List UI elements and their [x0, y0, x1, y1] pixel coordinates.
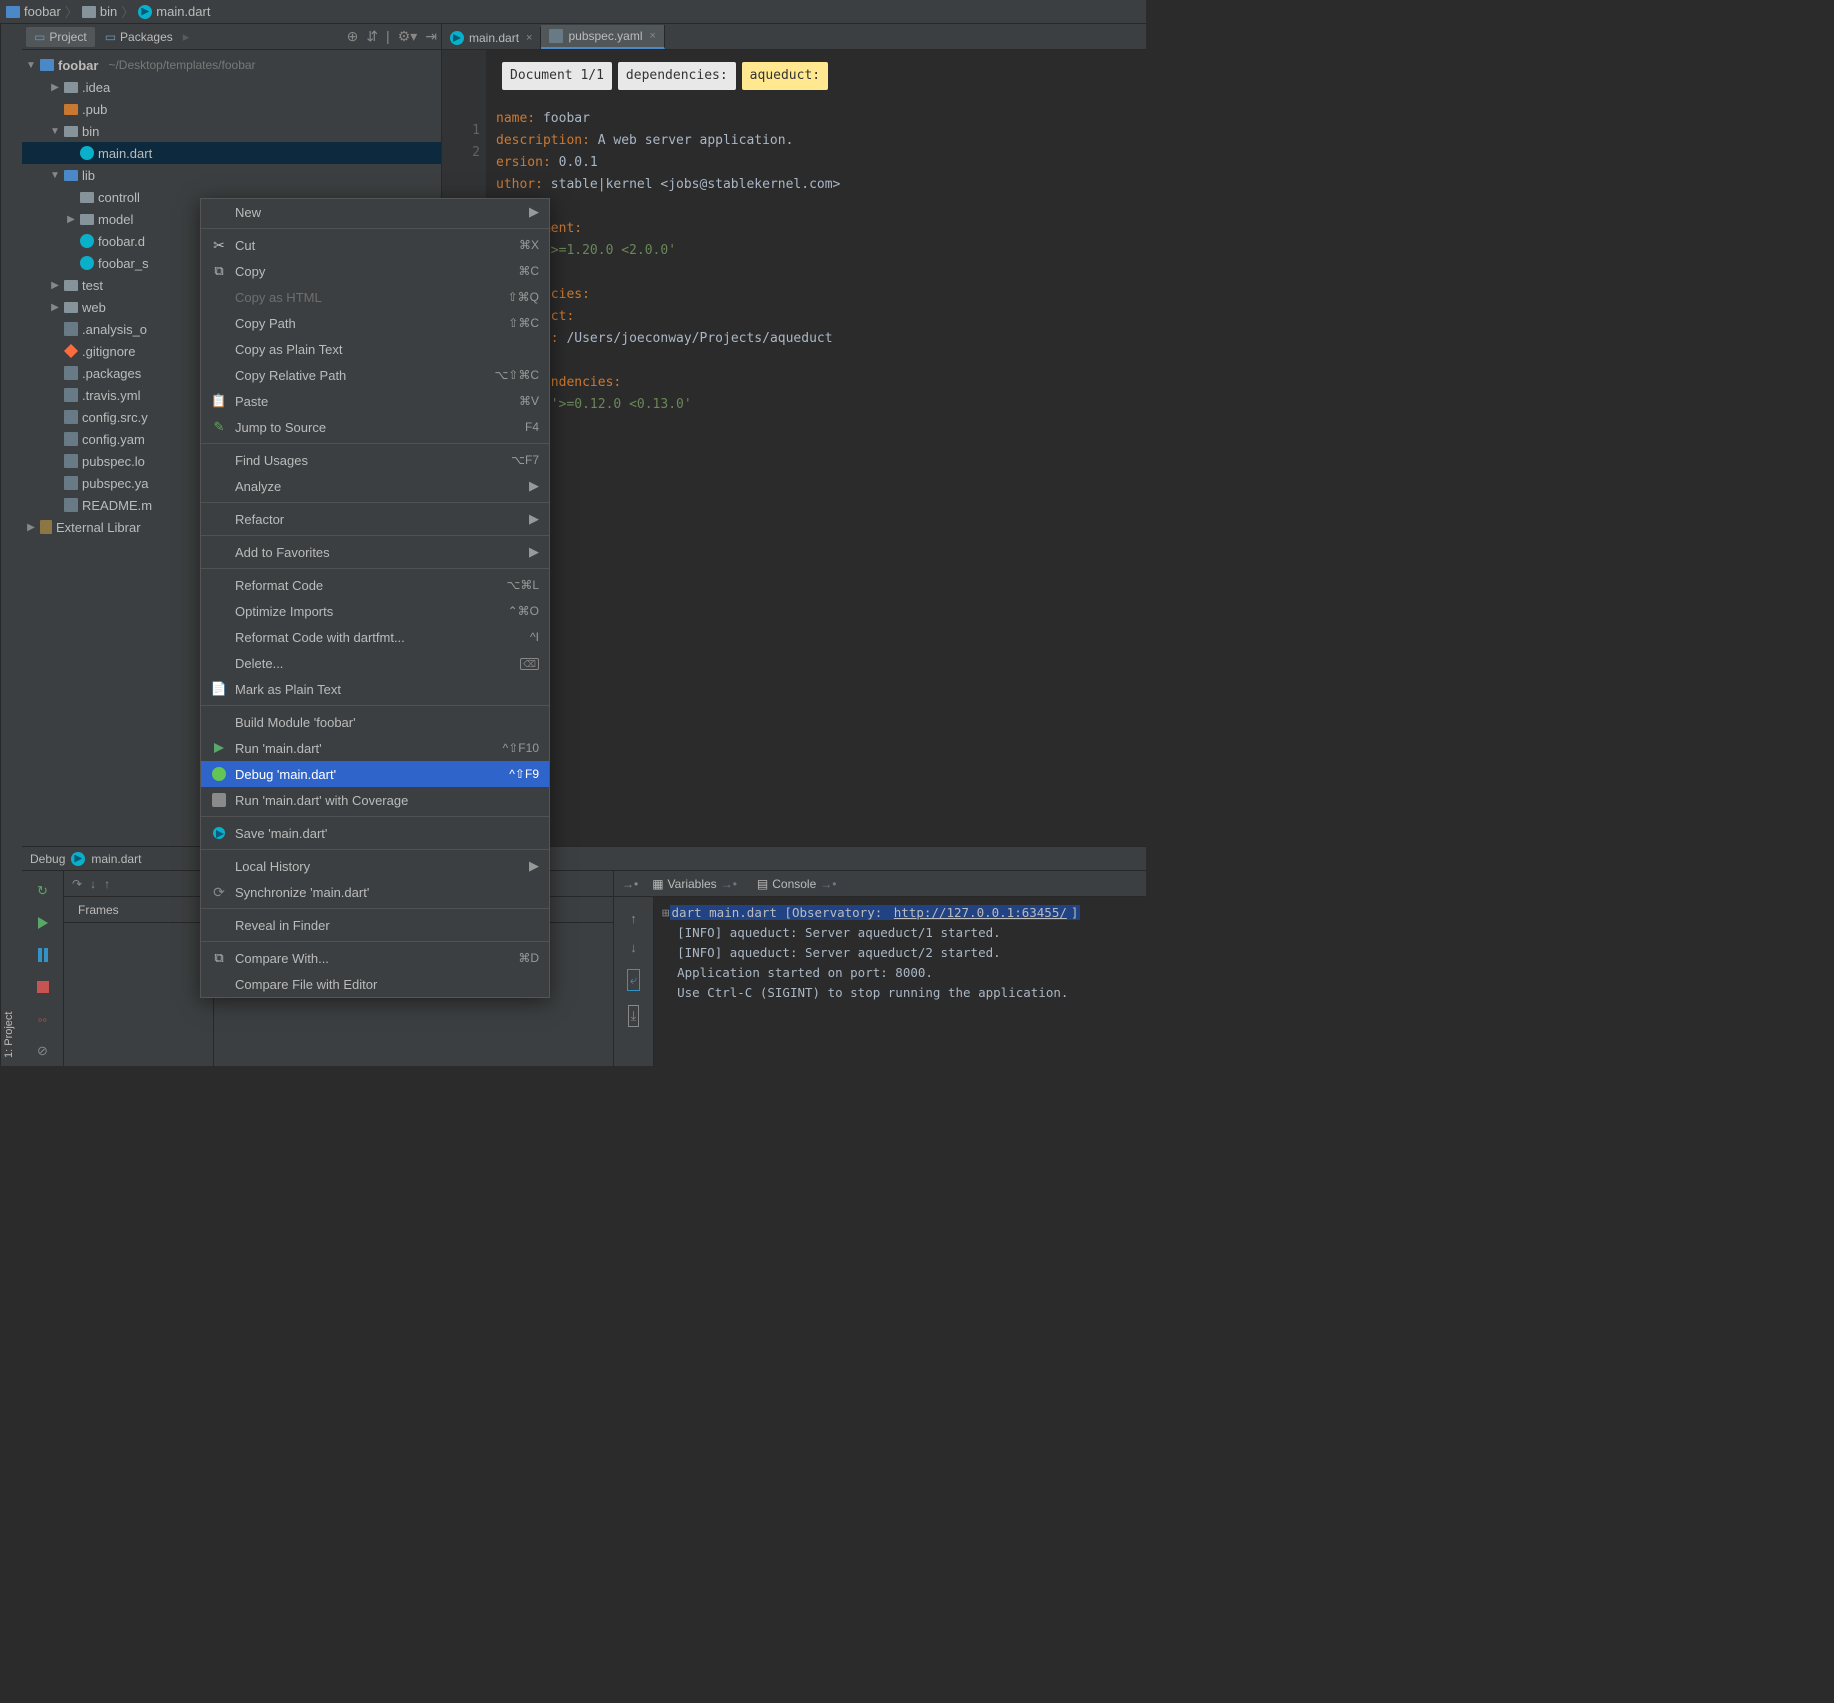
ctx-copy-plain[interactable]: Copy as Plain Text — [201, 336, 549, 362]
step-out-icon[interactable]: ↑ — [104, 877, 110, 891]
tree-item-selected[interactable]: main.dart — [22, 142, 441, 164]
debug-header: Debug main.dart — [22, 847, 1146, 871]
ctx-coverage[interactable]: Run 'main.dart' with Coverage — [201, 787, 549, 813]
console-side-btns: ↑ ↓ ⤶ ⤓ — [614, 897, 654, 1066]
tree-item[interactable]: ▼bin — [22, 120, 441, 142]
crumb-sep: 〉 — [121, 2, 134, 21]
ctx-run[interactable]: Run 'main.dart'^⇧F10 — [201, 735, 549, 761]
target-icon[interactable]: ⊕ — [347, 28, 359, 45]
step-over-icon[interactable]: ↷ — [72, 877, 82, 891]
doc-chip[interactable]: Document 1/1 — [502, 62, 612, 90]
project-panel-tabs: ▭Project ▭Packages ▸ ⊕ ⇵ | ⚙▾ ⇥ — [22, 24, 441, 50]
hide-icon[interactable]: ⇥ — [425, 28, 437, 45]
context-menu: New▶ ✂Cut⌘X ⧉Copy⌘C Copy as HTML⇧⌘Q Copy… — [200, 198, 550, 998]
down-icon[interactable]: ↓ — [630, 940, 637, 955]
ctx-find[interactable]: Find Usages⌥F7 — [201, 447, 549, 473]
ctx-analyze[interactable]: Analyze▶ — [201, 473, 549, 499]
pause-button[interactable] — [33, 945, 53, 965]
editor-tab-main[interactable]: main.dart× — [442, 27, 541, 49]
ctx-optimize[interactable]: Optimize Imports⌃⌘O — [201, 598, 549, 624]
ctx-local-history[interactable]: Local History▶ — [201, 853, 549, 879]
ctx-copy-rel[interactable]: Copy Relative Path⌥⇧⌘C — [201, 362, 549, 388]
stop-button[interactable] — [33, 977, 53, 997]
tree-root[interactable]: ▼foobar~/Desktop/templates/foobar — [22, 54, 441, 76]
ctx-compare-editor[interactable]: Compare File with Editor — [201, 971, 549, 997]
panel-tools: ⊕ ⇵ | ⚙▾ ⇥ — [347, 28, 437, 45]
ctx-dartfmt[interactable]: Reformat Code with dartfmt...^I — [201, 624, 549, 650]
ctx-compare[interactable]: ⧉Compare With...⌘D — [201, 945, 549, 971]
ctx-delete[interactable]: Delete...⌫ — [201, 650, 549, 676]
ctx-paste[interactable]: 📋Paste⌘V — [201, 388, 549, 414]
ctx-plain[interactable]: 📄Mark as Plain Text — [201, 676, 549, 702]
debug-panel: Debug main.dart ↻ ◦◦ ⊘ ↷ ↓ ↑ Frames — [22, 846, 1146, 1066]
up-icon[interactable]: ↑ — [630, 911, 637, 926]
ctx-new[interactable]: New▶ — [201, 199, 549, 225]
ctx-reveal[interactable]: Reveal in Finder — [201, 912, 549, 938]
yaml-icon — [549, 29, 563, 43]
crumb-sep: 〉 — [65, 2, 78, 21]
breadcrumb: foobar 〉 bin 〉 main.dart — [0, 0, 1146, 24]
dart-icon — [71, 852, 85, 866]
resume-button[interactable] — [33, 913, 53, 933]
tab-frames[interactable]: Frames — [72, 901, 125, 919]
tree-item[interactable]: ▼lib — [22, 164, 441, 186]
mute-button[interactable]: ⊘ — [33, 1041, 53, 1061]
step-into-icon[interactable]: ↓ — [90, 877, 96, 891]
tool-window-tab-project[interactable]: 1: Project — [0, 24, 22, 1066]
console-pane: →• ▦Variables→• ▤Console→• ↑ ↓ ⤶ ⤓ ⊞dart… — [614, 871, 1146, 1066]
ctx-save[interactable]: Save 'main.dart' — [201, 820, 549, 846]
tab-console[interactable]: ▤Console→• — [751, 875, 843, 893]
gear-icon[interactable]: ⚙▾ — [398, 28, 418, 45]
editor-tab-pubspec[interactable]: pubspec.yaml× — [541, 25, 664, 49]
dart-icon — [138, 5, 152, 19]
wrap-icon[interactable]: ⤶ — [627, 969, 640, 991]
crumb-bin[interactable]: bin — [82, 4, 117, 19]
tab-variables[interactable]: ▦Variables→• — [646, 875, 743, 893]
close-icon[interactable]: × — [526, 32, 532, 44]
debug-toolbar: ↻ ◦◦ ⊘ — [22, 871, 64, 1066]
ctx-copy[interactable]: ⧉Copy⌘C — [201, 258, 549, 284]
debug-title: Debug — [30, 852, 65, 866]
editor-tabs: main.dart× pubspec.yaml× — [442, 24, 1146, 50]
ctx-refactor[interactable]: Refactor▶ — [201, 506, 549, 532]
close-icon[interactable]: × — [650, 30, 656, 42]
ctx-build[interactable]: Build Module 'foobar' — [201, 709, 549, 735]
console-output[interactable]: ⊞dart main.dart [Observatory: http://127… — [654, 897, 1146, 1066]
tree-item[interactable]: .pub — [22, 98, 441, 120]
tree-item[interactable]: ▶.idea — [22, 76, 441, 98]
ctx-jump[interactable]: ✎Jump to SourceF4 — [201, 414, 549, 440]
ctx-reformat[interactable]: Reformat Code⌥⌘L — [201, 572, 549, 598]
ctx-cut[interactable]: ✂Cut⌘X — [201, 232, 549, 258]
scroll-icon[interactable]: ⤓ — [628, 1005, 640, 1027]
dep-chip[interactable]: dependencies: — [618, 62, 736, 90]
collapse-icon[interactable]: ⇵ — [366, 28, 378, 45]
ctx-sync[interactable]: ⟳Synchronize 'main.dart' — [201, 879, 549, 905]
tab-packages[interactable]: ▭Packages — [97, 27, 181, 47]
breakpoints-button[interactable]: ◦◦ — [33, 1009, 53, 1029]
frames-pane: ↷ ↓ ↑ Frames — [64, 871, 214, 1066]
aq-chip[interactable]: aqueduct: — [742, 62, 828, 90]
ctx-copy-path[interactable]: Copy Path⇧⌘C — [201, 310, 549, 336]
divider: | — [386, 28, 390, 45]
ctx-favorites[interactable]: Add to Favorites▶ — [201, 539, 549, 565]
crumb-root[interactable]: foobar — [6, 4, 61, 19]
dart-icon — [450, 31, 464, 45]
folder-icon — [82, 6, 96, 18]
info-banner: Document 1/1 dependencies: aqueduct: — [502, 62, 1146, 90]
debug-config: main.dart — [91, 852, 141, 866]
crumb-file[interactable]: main.dart — [138, 4, 210, 19]
folder-icon — [6, 6, 20, 18]
rerun-button[interactable]: ↻ — [33, 881, 53, 901]
ctx-copy-html: Copy as HTML⇧⌘Q — [201, 284, 549, 310]
ctx-debug[interactable]: Debug 'main.dart'^⇧F9 — [201, 761, 549, 787]
tab-project[interactable]: ▭Project — [26, 27, 95, 47]
